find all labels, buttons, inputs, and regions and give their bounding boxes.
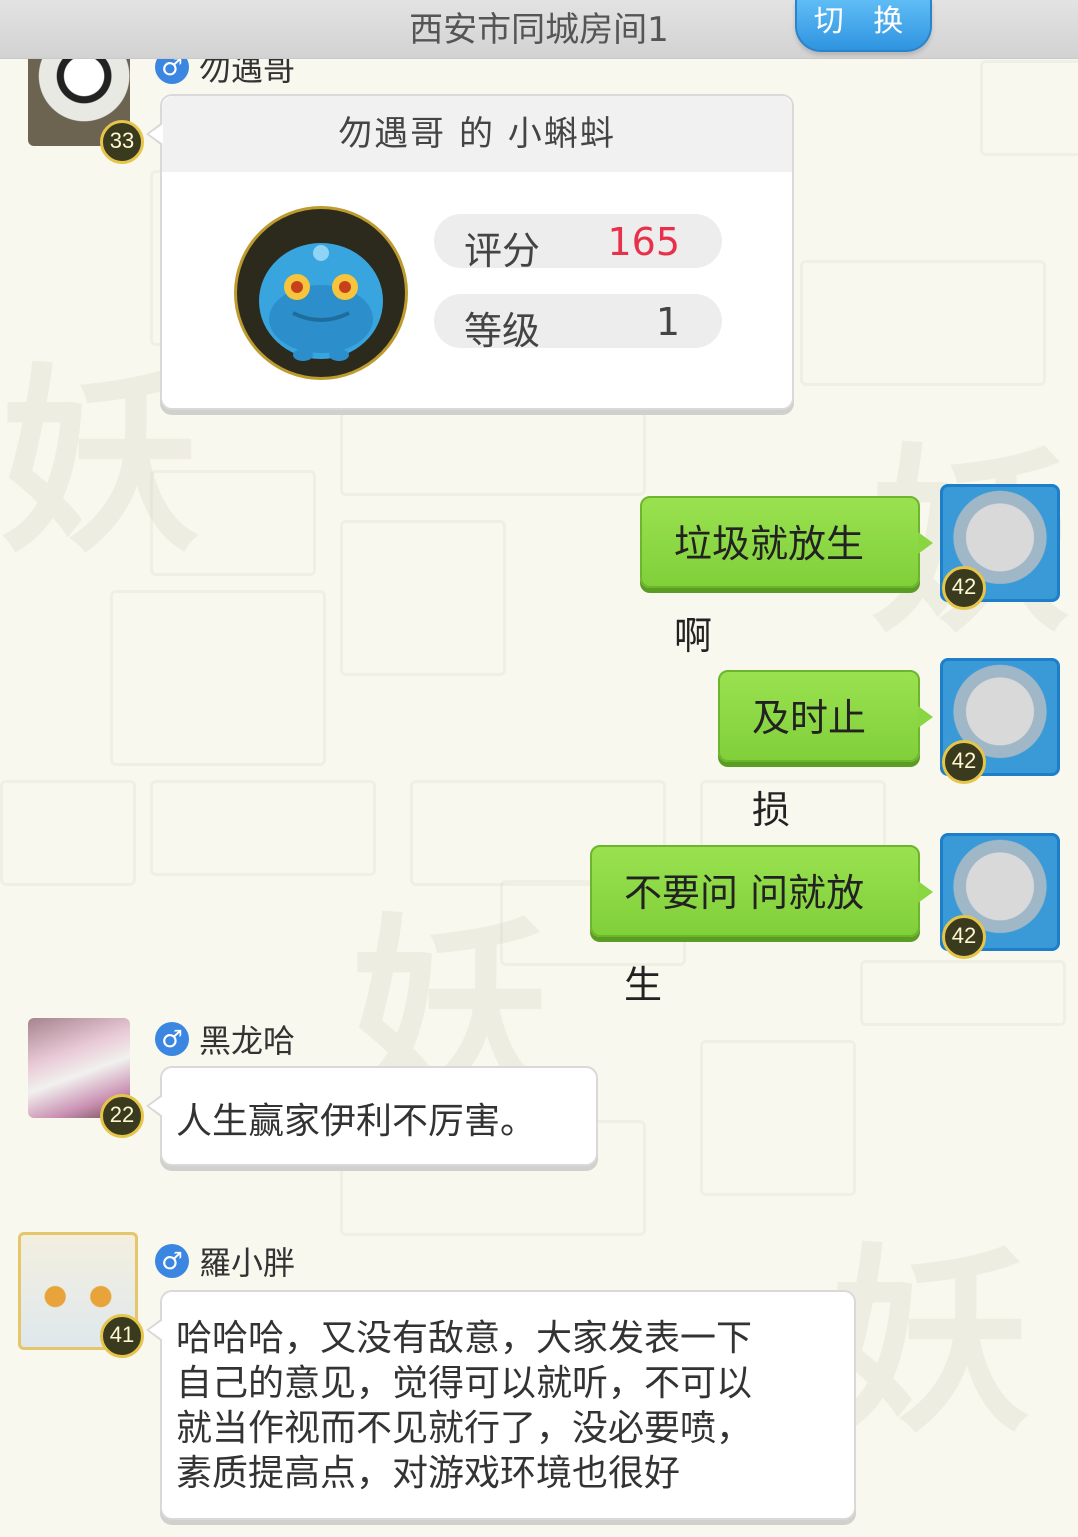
- message-text: 人生赢家伊利不厉害。: [176, 1101, 537, 1142]
- sender-name: 羅小胖: [199, 1244, 296, 1282]
- sender-name-row: ♂ 羅小胖: [155, 1238, 295, 1284]
- pet-card[interactable]: 勿遇哥 的 小蝌蚪 评分 165 等级 1: [146, 94, 794, 410]
- avatar[interactable]: 22: [28, 1018, 144, 1138]
- message-bubble[interactable]: 哈哈哈，又没有敌意，大家发表一下 自己的意见，觉得可以就听，不可以 就当作视而不…: [146, 1290, 856, 1520]
- tadpole-pet-icon: [234, 206, 408, 380]
- score-pill: 评分 165: [434, 214, 722, 273]
- male-icon: ♂: [155, 1244, 189, 1278]
- self-avatar[interactable]: 42: [940, 484, 1060, 610]
- top-bar: 西安市同城房间1 切 换: [0, 0, 1078, 59]
- self-message-bubble[interactable]: 不要问 问就放生: [590, 845, 933, 1007]
- message-text: 垃圾就放生啊: [674, 522, 865, 658]
- sender-name: 黑龙哈: [199, 1022, 296, 1060]
- level-badge: 33: [100, 120, 144, 164]
- score-value: 165: [607, 220, 680, 264]
- message-line: 素质提高点，对游戏环境也很好: [176, 1453, 681, 1494]
- score-label: 评分: [464, 229, 541, 273]
- self-avatar[interactable]: 42: [940, 658, 1060, 784]
- level-badge: 42: [942, 740, 986, 784]
- grade-pill: 等级 1: [434, 294, 722, 353]
- sender-name-row: ♂ 黑龙哈: [155, 1016, 295, 1062]
- grade-value: 1: [655, 300, 680, 344]
- level-badge: 42: [942, 915, 986, 959]
- self-message-bubble[interactable]: 及时止损: [718, 670, 933, 832]
- level-badge: 41: [100, 1314, 144, 1358]
- switch-room-button[interactable]: 切 换: [795, 0, 932, 52]
- message-text: 哈哈哈，又没有敌意，大家发表一下 自己的意见，觉得可以就听，不可以 就当作视而不…: [176, 1316, 752, 1496]
- self-message-bubble[interactable]: 垃圾就放生啊: [640, 496, 933, 658]
- level-badge: 42: [942, 566, 986, 610]
- pet-card-title: 勿遇哥 的 小蝌蚪: [162, 96, 792, 172]
- level-badge: 22: [100, 1094, 144, 1138]
- message-line: 就当作视而不见就行了，没必要喷，: [176, 1408, 753, 1449]
- message-line: 自己的意见，觉得可以就听，不可以: [176, 1363, 753, 1404]
- message-line: 哈哈哈，又没有敌意，大家发表一下: [176, 1318, 753, 1359]
- male-icon: ♂: [155, 1022, 189, 1056]
- avatar[interactable]: 41: [18, 1232, 144, 1358]
- message-bubble[interactable]: 人生赢家伊利不厉害。: [146, 1066, 598, 1166]
- self-avatar[interactable]: 42: [940, 833, 1060, 959]
- avatar[interactable]: 33: [28, 46, 144, 164]
- grade-label: 等级: [464, 309, 541, 353]
